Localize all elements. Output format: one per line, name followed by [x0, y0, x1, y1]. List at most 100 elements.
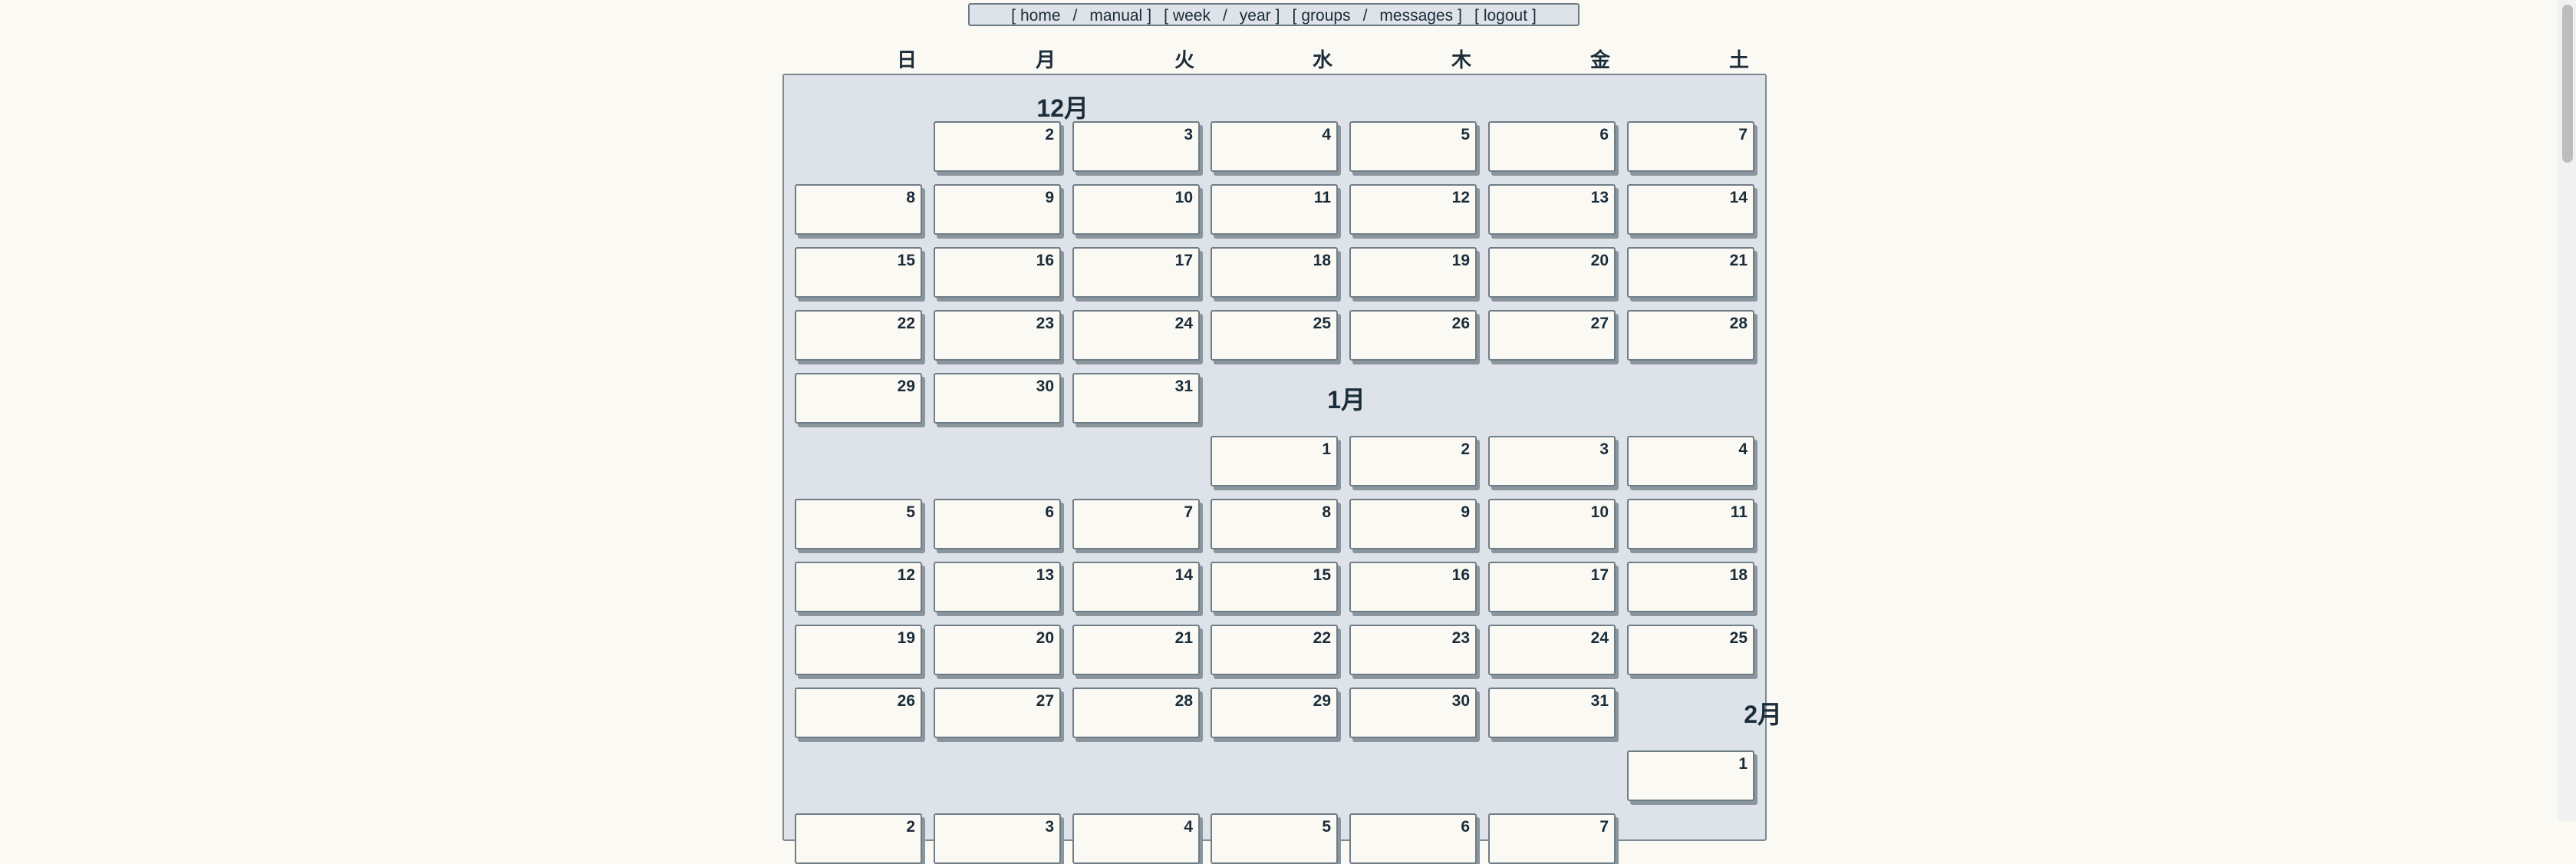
nav-link-logout[interactable]: logout	[1484, 7, 1527, 25]
weekday-label: 金	[1589, 48, 1610, 71]
day-cell[interactable]: 19	[795, 625, 922, 675]
nav-group-0: [home / manual]	[1011, 7, 1151, 25]
day-cell[interactable]: 31	[1488, 688, 1616, 738]
day-number: 12	[1451, 189, 1470, 206]
day-number: 30	[1451, 692, 1470, 710]
day-cell[interactable]: 18	[1211, 247, 1338, 298]
day-cell[interactable]: 20	[1488, 247, 1616, 298]
day-cell[interactable]: 8	[1211, 499, 1338, 549]
day-cell[interactable]: 17	[1072, 247, 1200, 298]
day-cell[interactable]: 31	[1072, 373, 1200, 424]
day-cell[interactable]: 9	[934, 184, 1061, 235]
day-cell[interactable]: 27	[1488, 310, 1616, 361]
day-cell[interactable]: 16	[934, 247, 1061, 298]
day-cell[interactable]: 28	[1072, 688, 1200, 738]
day-cell[interactable]: 1	[1627, 750, 1754, 801]
day-cell[interactable]: 9	[1349, 499, 1477, 549]
top-navigation-bar: [home / manual][week / year][groups / messages…	[968, 3, 1580, 26]
nav-link-messages[interactable]: messages	[1379, 7, 1453, 25]
nav-link-week[interactable]: week	[1173, 7, 1211, 25]
scrollbar-thumb[interactable]	[2562, 5, 2573, 163]
day-number: 31	[1590, 692, 1609, 710]
day-cell[interactable]: 13	[934, 562, 1061, 612]
day-cell[interactable]: 17	[1488, 562, 1616, 612]
day-cell[interactable]: 1	[1211, 436, 1338, 486]
nav-open-bracket: [	[1292, 7, 1297, 25]
day-cell[interactable]: 11	[1627, 499, 1754, 549]
day-cell[interactable]: 21	[1072, 625, 1200, 675]
day-cell[interactable]: 12	[795, 562, 922, 612]
nav-close-bracket: ]	[1147, 7, 1152, 25]
day-cell[interactable]: 30	[1349, 688, 1477, 738]
day-number: 2	[1461, 440, 1470, 458]
day-cell[interactable]: 14	[1072, 562, 1200, 612]
vertical-scrollbar[interactable]	[2558, 0, 2576, 821]
day-number: 2	[1045, 126, 1054, 143]
day-number: 17	[1590, 566, 1609, 584]
day-number: 20	[1036, 629, 1054, 647]
day-cell[interactable]: 10	[1488, 499, 1616, 549]
day-number: 3	[1184, 126, 1193, 143]
day-cell[interactable]: 29	[795, 373, 922, 424]
day-cell[interactable]: 12	[1349, 184, 1477, 235]
day-cell[interactable]: 22	[795, 310, 922, 361]
day-number: 9	[1045, 189, 1054, 206]
nav-link-groups[interactable]: groups	[1301, 7, 1350, 25]
day-cell[interactable]: 19	[1349, 247, 1477, 298]
day-cell[interactable]: 6	[934, 499, 1061, 549]
day-cell[interactable]: 29	[1211, 688, 1338, 738]
day-cell[interactable]: 24	[1072, 310, 1200, 361]
day-cell[interactable]: 14	[1627, 184, 1754, 235]
nav-link-home[interactable]: home	[1020, 7, 1061, 25]
day-number: 20	[1590, 252, 1609, 269]
day-cell[interactable]: 4	[1627, 436, 1754, 486]
day-cell[interactable]: 20	[934, 625, 1061, 675]
day-cell[interactable]: 22	[1211, 625, 1338, 675]
day-cell[interactable]: 26	[795, 688, 922, 738]
day-number: 31	[1174, 378, 1193, 395]
day-cell[interactable]: 15	[1211, 562, 1338, 612]
day-cell[interactable]: 21	[1627, 247, 1754, 298]
day-cell[interactable]: 2	[934, 121, 1061, 172]
day-number: 7	[1184, 503, 1193, 521]
day-cell[interactable]: 4	[1211, 121, 1338, 172]
day-number: 7	[1738, 126, 1748, 143]
day-cell[interactable]: 7	[1072, 499, 1200, 549]
day-cell[interactable]: 15	[795, 247, 922, 298]
day-cell[interactable]: 11	[1211, 184, 1338, 235]
day-cell[interactable]: 5	[1349, 121, 1477, 172]
day-cell[interactable]: 10	[1072, 184, 1200, 235]
nav-link-year[interactable]: year	[1240, 7, 1271, 25]
day-cell[interactable]: 7	[1627, 121, 1754, 172]
day-cell[interactable]: 28	[1627, 310, 1754, 361]
weekday-label: 火	[1174, 48, 1194, 71]
day-number: 21	[1729, 252, 1748, 269]
day-cell[interactable]: 3	[1072, 121, 1200, 172]
nav-link-manual[interactable]: manual	[1089, 7, 1142, 25]
day-cell[interactable]: 16	[1349, 562, 1477, 612]
weekday-label: 月	[1035, 48, 1056, 71]
day-cell[interactable]: 23	[1349, 625, 1477, 675]
day-cell[interactable]: 3	[1488, 436, 1616, 486]
day-number: 1	[1738, 755, 1748, 773]
day-cell[interactable]: 2	[1349, 436, 1477, 486]
day-cell[interactable]: 25	[1627, 625, 1754, 675]
day-cell[interactable]: 30	[934, 373, 1061, 424]
day-number: 25	[1729, 629, 1748, 647]
day-number: 1	[1322, 440, 1331, 458]
day-cell[interactable]: 25	[1211, 310, 1338, 361]
nav-separator: /	[1222, 7, 1227, 25]
day-cell[interactable]: 13	[1488, 184, 1616, 235]
day-cell[interactable]: 27	[934, 688, 1061, 738]
day-cell[interactable]: 8	[795, 184, 922, 235]
day-cell[interactable]: 5	[795, 499, 922, 549]
day-number: 15	[897, 252, 915, 269]
day-cell[interactable]: 6	[1488, 121, 1616, 172]
day-cell[interactable]: 24	[1488, 625, 1616, 675]
day-number: 19	[1451, 252, 1470, 269]
day-cell[interactable]: 23	[934, 310, 1061, 361]
weekday-label: 日	[896, 48, 917, 71]
day-number: 26	[897, 692, 915, 710]
day-cell[interactable]: 18	[1627, 562, 1754, 612]
day-cell[interactable]: 26	[1349, 310, 1477, 361]
